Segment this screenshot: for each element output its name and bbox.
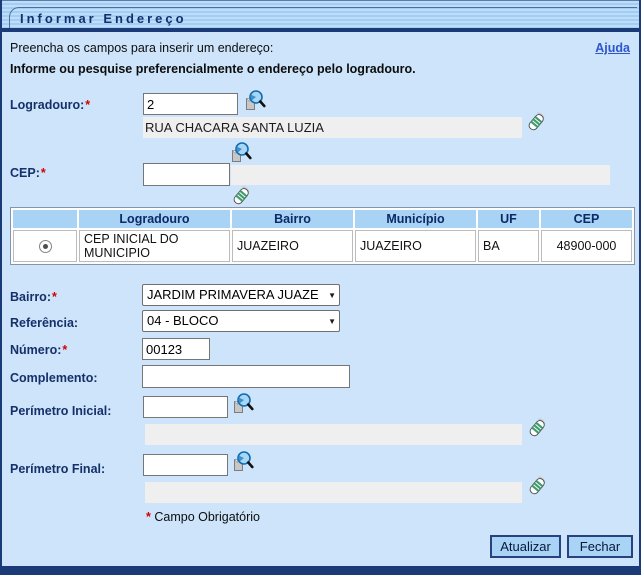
bairro-select[interactable]: JARDIM PRIMAVERA JUAZE ▼ xyxy=(142,284,340,306)
bairro-selected-value: JARDIM PRIMAVERA JUAZE xyxy=(147,287,319,302)
logradouro-label: Logradouro:* xyxy=(10,98,90,112)
instruction-text: Preencha os campos para inserir um ender… xyxy=(10,41,273,55)
row-cell-bairro: JUAZEIRO xyxy=(232,230,353,262)
row-cell-municipio: JUAZEIRO xyxy=(355,230,476,262)
help-link[interactable]: Ajuda xyxy=(595,41,630,55)
cep-input[interactable] xyxy=(143,163,230,186)
complemento-input[interactable] xyxy=(142,365,350,388)
required-field-note: * Campo Obrigatório xyxy=(145,510,260,524)
perimetro-inicial-label: Perímetro Inicial: xyxy=(10,404,111,418)
referencia-select[interactable]: 04 - BLOCO ▼ xyxy=(142,310,340,332)
search-icon[interactable] xyxy=(230,392,254,416)
column-header-municipio: Município xyxy=(355,210,476,228)
eraser-icon[interactable] xyxy=(525,474,549,498)
row-cell-cep: 48900-000 xyxy=(541,230,632,262)
column-header-bairro: Bairro xyxy=(232,210,353,228)
row-cell-uf: BA xyxy=(478,230,539,262)
row-radio-selected[interactable] xyxy=(39,240,52,253)
sub-instruction-text: Informe ou pesquise preferencialmente o … xyxy=(10,62,416,76)
column-header-logradouro: Logradouro xyxy=(79,210,230,228)
perimetro-final-input[interactable] xyxy=(143,454,228,476)
chevron-down-icon: ▼ xyxy=(328,318,336,326)
fechar-button[interactable]: Fechar xyxy=(567,535,633,558)
row-radio-cell xyxy=(13,230,77,262)
perimetro-final-label: Perímetro Final: xyxy=(10,462,105,476)
table-header-row: Logradouro Bairro Município UF CEP xyxy=(13,210,632,228)
perimetro-inicial-input[interactable] xyxy=(143,396,228,418)
referencia-selected-value: 04 - BLOCO xyxy=(147,313,219,328)
row-cell-logradouro: CEP INICIAL DO MUNICIPIO xyxy=(79,230,230,262)
cep-label: CEP:* xyxy=(10,166,46,180)
informar-endereco-dialog: Informar Endereço Preencha os campos par… xyxy=(0,0,641,575)
bottom-bar xyxy=(2,566,641,575)
eraser-icon[interactable] xyxy=(229,184,253,208)
perimetro-inicial-name-field xyxy=(145,424,522,445)
referencia-label: Referência: xyxy=(10,316,78,330)
column-header-cep: CEP xyxy=(541,210,632,228)
logradouro-code-input[interactable] xyxy=(143,93,238,115)
complemento-label: Complemento: xyxy=(10,371,98,385)
eraser-icon[interactable] xyxy=(525,416,549,440)
dialog-title: Informar Endereço xyxy=(20,11,187,26)
title-bar: Informar Endereço xyxy=(2,0,641,28)
numero-label: Número:* xyxy=(10,343,67,357)
bairro-label: Bairro:* xyxy=(10,290,57,304)
numero-input[interactable] xyxy=(142,338,210,360)
search-icon[interactable] xyxy=(228,141,252,165)
radio-column-header xyxy=(13,210,77,228)
column-header-uf: UF xyxy=(478,210,539,228)
eraser-icon[interactable] xyxy=(524,110,548,134)
chevron-down-icon: ▼ xyxy=(328,292,336,300)
logradouro-name-field: RUA CHACARA SANTA LUZIA xyxy=(143,117,522,138)
cep-name-field xyxy=(231,165,610,185)
search-icon[interactable] xyxy=(230,450,254,474)
perimetro-final-name-field xyxy=(145,482,522,503)
title-underbar xyxy=(2,28,641,32)
table-row: CEP INICIAL DO MUNICIPIO JUAZEIRO JUAZEI… xyxy=(13,230,632,262)
address-results-table: Logradouro Bairro Município UF CEP CEP I… xyxy=(10,207,635,265)
atualizar-button[interactable]: Atualizar xyxy=(490,535,561,558)
search-icon[interactable] xyxy=(242,89,266,113)
